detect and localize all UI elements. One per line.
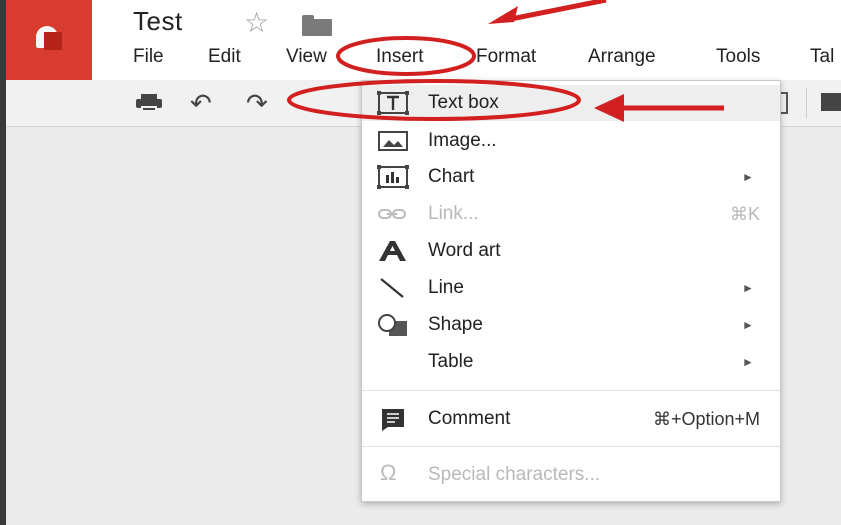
annotation-arrow-head-top	[488, 6, 518, 24]
annotation-circle-insert	[336, 36, 476, 76]
annotation-overlay	[287, 0, 724, 122]
annotation-arrow-shaft-top	[505, 0, 607, 23]
annotation-arrow-head-right	[594, 94, 624, 122]
annotation-circle-text-box	[287, 79, 581, 121]
app-window: Test ☆ File Edit View Insert Format Arra…	[6, 0, 841, 525]
